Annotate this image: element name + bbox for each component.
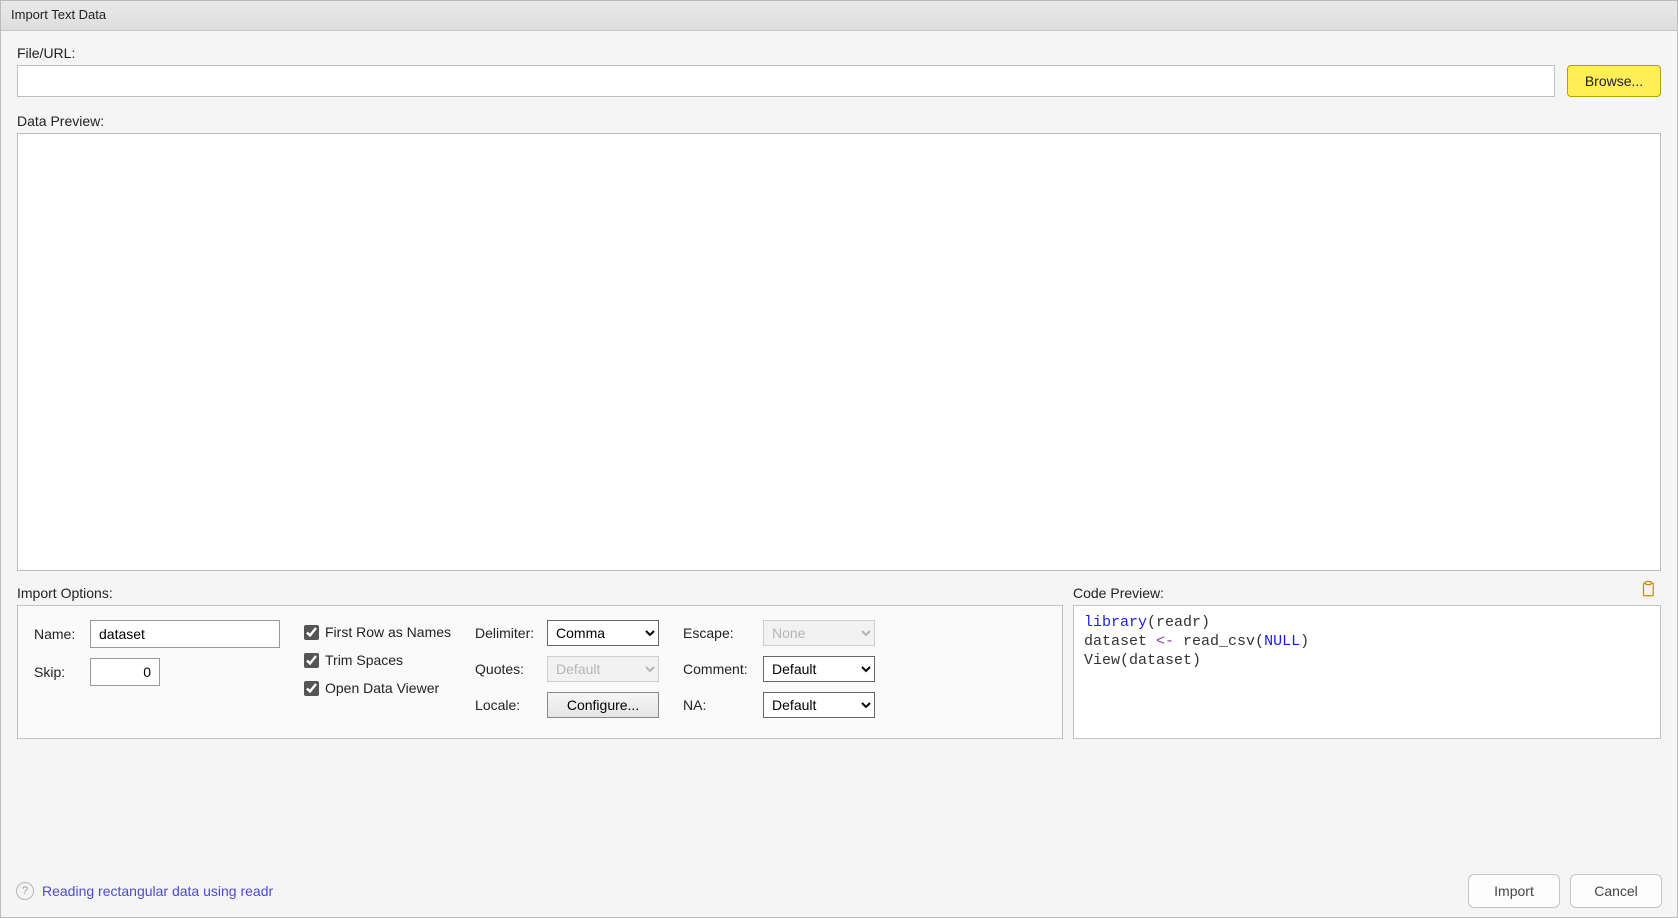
code-punct: )	[1201, 614, 1210, 631]
help-icon: ?	[16, 882, 34, 900]
na-label: NA:	[683, 697, 755, 713]
code-punct: )	[1300, 633, 1309, 650]
cancel-button[interactable]: Cancel	[1570, 874, 1662, 908]
first-row-label: First Row as Names	[325, 624, 451, 640]
skip-label: Skip:	[34, 664, 82, 680]
open-viewer-label: Open Data Viewer	[325, 680, 439, 696]
code-text: View	[1084, 652, 1120, 669]
na-select[interactable]: Default	[763, 692, 875, 718]
skip-input[interactable]	[90, 658, 160, 686]
code-punct: )	[1192, 652, 1201, 669]
open-viewer-checkbox[interactable]	[304, 681, 319, 696]
name-label: Name:	[34, 626, 82, 642]
clipboard-icon[interactable]	[1639, 579, 1657, 599]
code-punct: (	[1255, 633, 1264, 650]
open-viewer-checkbox-row[interactable]: Open Data Viewer	[304, 680, 451, 696]
code-text: read_csv	[1174, 633, 1255, 650]
trim-spaces-label: Trim Spaces	[325, 652, 403, 668]
comment-select[interactable]: Default	[763, 656, 875, 682]
code-punct: (	[1147, 614, 1156, 631]
configure-locale-button[interactable]: Configure...	[547, 692, 659, 718]
file-url-input[interactable]	[17, 65, 1555, 97]
comment-label: Comment:	[683, 661, 755, 677]
file-url-label: File/URL:	[17, 45, 1661, 61]
data-preview-box	[17, 133, 1661, 571]
name-input[interactable]	[90, 620, 280, 648]
code-assign-op: <-	[1156, 633, 1174, 650]
import-button[interactable]: Import	[1468, 874, 1560, 908]
code-keyword: library	[1084, 614, 1147, 631]
import-options-label: Import Options:	[17, 585, 1063, 601]
data-preview-label: Data Preview:	[17, 113, 1661, 129]
code-null: NULL	[1264, 633, 1300, 650]
trim-spaces-checkbox-row[interactable]: Trim Spaces	[304, 652, 451, 668]
trim-spaces-checkbox[interactable]	[304, 653, 319, 668]
code-punct: (	[1120, 652, 1129, 669]
code-preview-label: Code Preview:	[1073, 585, 1661, 601]
escape-select: None	[763, 620, 875, 646]
delimiter-label: Delimiter:	[475, 625, 539, 641]
window-title: Import Text Data	[1, 1, 1677, 31]
code-preview-box[interactable]: library(readr) dataset <- read_csv(NULL)…	[1073, 605, 1661, 739]
quotes-select: Default	[547, 656, 659, 682]
first-row-checkbox-row[interactable]: First Row as Names	[304, 624, 451, 640]
help-link-text: Reading rectangular data using readr	[42, 883, 273, 899]
delimiter-select[interactable]: Comma	[547, 620, 659, 646]
browse-button[interactable]: Browse...	[1567, 65, 1661, 97]
quotes-label: Quotes:	[475, 661, 539, 677]
code-arg: readr	[1156, 614, 1201, 631]
locale-label: Locale:	[475, 697, 539, 713]
first-row-checkbox[interactable]	[304, 625, 319, 640]
code-arg: dataset	[1129, 652, 1192, 669]
escape-label: Escape:	[683, 625, 755, 641]
help-link[interactable]: ? Reading rectangular data using readr	[16, 882, 273, 900]
code-text: dataset	[1084, 633, 1156, 650]
import-options-panel: Name: Skip: First Row as Names	[17, 605, 1063, 739]
